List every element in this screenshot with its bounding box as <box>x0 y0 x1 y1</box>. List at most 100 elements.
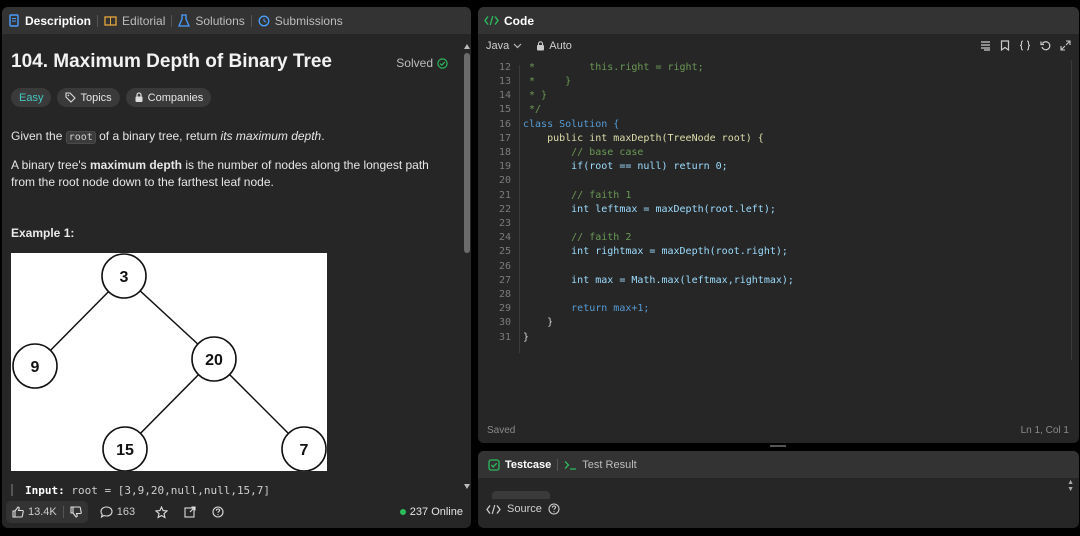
code-icon <box>486 504 501 515</box>
editor-tools <box>980 40 1071 51</box>
companies-label: Companies <box>147 91 204 104</box>
problem-tabbar: Description Editorial Solutions Submissi… <box>2 7 471 34</box>
expand-icon[interactable] <box>1060 40 1071 51</box>
solved-label: Solved <box>396 56 433 70</box>
tab-solutions[interactable]: Solutions <box>172 14 250 28</box>
statement-text: of a binary tree, return <box>95 129 221 143</box>
testcase-panel: Testcase Test Result ▲ ▼ Source <box>478 451 1079 528</box>
external-link-icon <box>184 506 196 518</box>
tree-node: 15 <box>102 426 148 471</box>
tab-test-result[interactable]: Test Result <box>558 459 642 471</box>
reset-icon[interactable] <box>1040 40 1051 51</box>
problem-tags: Easy Topics Companies <box>11 88 212 107</box>
bookmark-icon[interactable] <box>1000 40 1010 51</box>
line-number: 26 <box>498 261 511 272</box>
scrollbar-thumb[interactable] <box>464 53 470 253</box>
case-tab-placeholder[interactable] <box>492 491 550 499</box>
line-text: // faith 2 <box>523 232 632 243</box>
like-dislike-group: 13.4K <box>6 501 88 523</box>
tab-description-label: Description <box>25 13 92 28</box>
tab-submissions-label: Submissions <box>274 13 343 28</box>
like-count: 13.4K <box>28 506 57 518</box>
tab-editorial[interactable]: Editorial <box>98 14 171 28</box>
source-toggle[interactable]: Source <box>486 503 560 515</box>
lock-icon <box>536 41 545 51</box>
example-input: Input: root = [3,9,20,null,null,15,7] <box>11 484 270 496</box>
lock-icon <box>134 92 144 103</box>
problem-panel: Description Editorial Solutions Submissi… <box>2 7 471 528</box>
testcase-scrollbar[interactable]: ▲ ▼ <box>1067 479 1074 493</box>
line-text: } <box>523 317 554 328</box>
testcase-tabbar: Testcase Test Result <box>478 451 1079 478</box>
tab-solutions-label: Solutions <box>195 13 245 28</box>
topics-label: Topics <box>80 91 112 104</box>
line-text: int leftmax = maxDepth(root.left); <box>523 204 776 215</box>
tab-code[interactable]: Code <box>478 14 540 28</box>
line-number: 28 <box>498 289 511 300</box>
tab-test-result-label: Test Result <box>582 458 637 471</box>
line-number: 18 <box>498 147 511 158</box>
tree-node-label: 20 <box>205 352 223 369</box>
online-count: 237 Online <box>399 506 463 518</box>
line-text: int rightmax = maxDepth(root.right); <box>523 246 788 257</box>
share-button[interactable] <box>184 506 196 518</box>
difficulty-badge[interactable]: Easy <box>11 88 52 107</box>
code-editor[interactable]: 12 * this.right = right; 13 * } 14 * } 1… <box>478 60 1079 350</box>
question-circle-icon[interactable] <box>548 503 560 515</box>
editor-scrollbar[interactable] <box>1071 60 1077 360</box>
resize-handle[interactable] <box>770 445 786 447</box>
chevron-down-icon <box>513 43 522 49</box>
line-number: 14 <box>498 90 511 101</box>
tree-node: 3 <box>101 253 147 299</box>
definition-bold: maximum depth <box>90 158 183 172</box>
topics-button[interactable]: Topics <box>57 88 120 107</box>
tab-editorial-label: Editorial <box>122 13 166 28</box>
line-text: class Solution { <box>523 119 620 130</box>
line-number: 29 <box>498 303 511 314</box>
code-panel: Code Java Auto 12 * this.right = right; … <box>478 7 1079 443</box>
comments-button[interactable]: 163 <box>100 506 135 518</box>
line-text: * this.right = right; <box>523 62 704 73</box>
problem-description: 104. Maximum Depth of Binary Tree Solved… <box>2 34 462 496</box>
line-number: 12 <box>498 62 511 73</box>
statement-text: Given the <box>11 129 66 143</box>
dislike-button[interactable] <box>64 506 88 518</box>
line-text: // faith 1 <box>523 190 632 201</box>
code-icon <box>484 15 499 26</box>
thumbs-up-icon <box>12 506 24 518</box>
line-text: // base case <box>523 147 644 158</box>
language-select[interactable]: Java <box>486 40 522 52</box>
line-text: * } <box>523 90 548 101</box>
line-number: 24 <box>498 232 511 243</box>
line-number: 25 <box>498 246 511 257</box>
braces-icon[interactable] <box>1019 40 1031 51</box>
tree-node: 7 <box>281 426 327 471</box>
comment-icon <box>100 506 113 518</box>
example-tree-image: 3 9 20 15 7 <box>11 253 327 471</box>
tree-node: 9 <box>12 343 58 389</box>
line-number: 19 <box>498 161 511 172</box>
question-circle-icon <box>212 506 224 518</box>
help-button[interactable] <box>212 506 224 518</box>
star-icon <box>155 505 169 519</box>
tree-node-label: 3 <box>120 269 129 286</box>
tag-icon <box>65 92 77 103</box>
problem-title: 104. Maximum Depth of Binary Tree <box>11 51 332 72</box>
tab-testcase[interactable]: Testcase <box>482 459 557 471</box>
input-label: Input: <box>25 484 65 496</box>
format-icon[interactable] <box>980 40 991 51</box>
auto-mode-toggle[interactable]: Auto <box>536 40 572 52</box>
cursor-position: Ln 1, Col 1 <box>1020 425 1069 436</box>
comment-count: 163 <box>116 506 136 518</box>
line-text: */ <box>523 104 542 115</box>
input-value: root = [3,9,20,null,null,15,7] <box>71 484 271 496</box>
book-icon <box>104 15 117 27</box>
favorite-button[interactable] <box>155 505 169 519</box>
tab-submissions[interactable]: Submissions <box>252 14 349 28</box>
line-number: 21 <box>498 190 511 201</box>
save-status: Saved <box>487 425 516 436</box>
tab-description[interactable]: Description <box>2 14 97 28</box>
line-number: 17 <box>498 133 511 144</box>
like-button[interactable]: 13.4K <box>6 506 63 518</box>
companies-button[interactable]: Companies <box>125 88 212 107</box>
